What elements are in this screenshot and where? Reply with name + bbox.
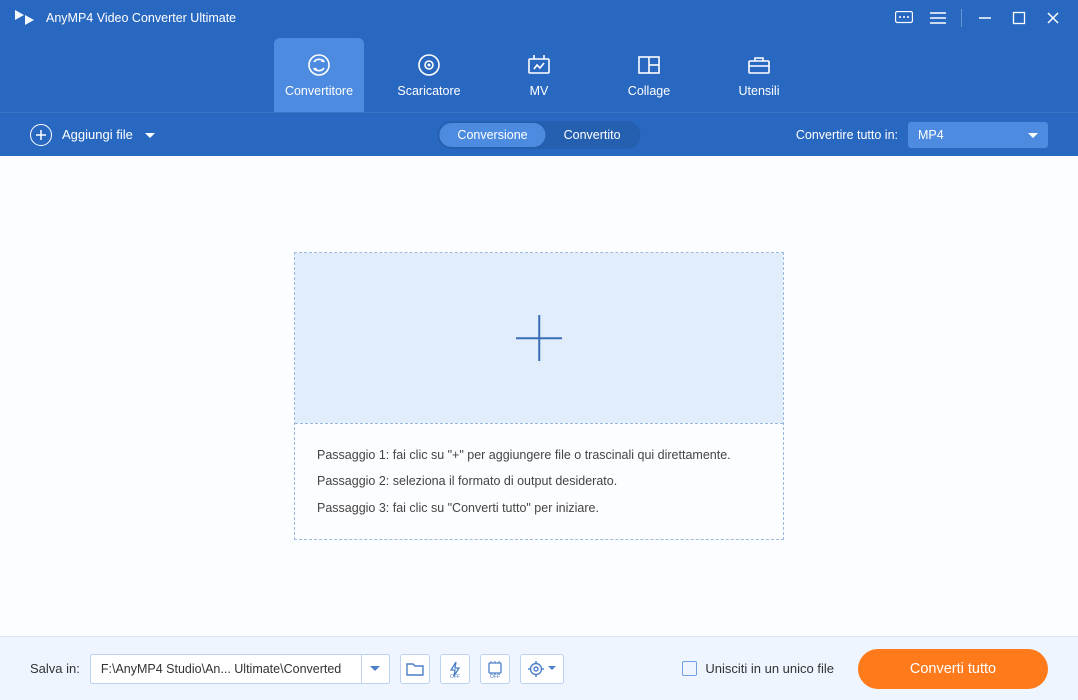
- tab-toolbox[interactable]: Utensili: [714, 38, 804, 112]
- output-path-field[interactable]: F:\AnyMP4 Studio\An... Ultimate\Converte…: [90, 654, 390, 684]
- tab-collage[interactable]: Collage: [604, 38, 694, 112]
- add-file-button[interactable]: Aggiungi file: [30, 124, 155, 146]
- instructions-panel: Passaggio 1: fai clic su "+" per aggiung…: [295, 423, 783, 539]
- svg-text:OFF: OFF: [490, 674, 500, 678]
- chevron-down-icon: [1028, 128, 1038, 142]
- mv-icon: [526, 52, 552, 78]
- tab-label: Collage: [628, 84, 670, 98]
- output-path-value: F:\AnyMP4 Studio\An... Ultimate\Converte…: [91, 662, 361, 676]
- chevron-down-icon: [145, 127, 155, 142]
- minimize-button[interactable]: [968, 0, 1002, 36]
- main-tabs: Convertitore Scaricatore MV Collage Uten…: [0, 36, 1078, 112]
- tab-label: Convertitore: [285, 84, 353, 98]
- svg-text:OFF: OFF: [450, 674, 460, 678]
- collage-icon: [636, 52, 662, 78]
- menu-button[interactable]: [921, 0, 955, 36]
- app-logo-title: AnyMP4 Video Converter Ultimate: [12, 6, 236, 30]
- segment-conversion[interactable]: Conversione: [439, 123, 545, 147]
- add-file-label: Aggiungi file: [62, 127, 133, 142]
- instruction-step-2: Passaggio 2: seleziona il formato di out…: [317, 468, 761, 494]
- bottom-bar: Salva in: F:\AnyMP4 Studio\An... Ultimat…: [0, 636, 1078, 700]
- format-selected-value: MP4: [918, 128, 944, 142]
- downloader-icon: [416, 52, 442, 78]
- segment-converted[interactable]: Convertito: [546, 123, 639, 147]
- feedback-button[interactable]: [887, 0, 921, 36]
- dropzone: Passaggio 1: fai clic su "+" per aggiung…: [294, 252, 784, 540]
- save-to-label: Salva in:: [30, 661, 80, 676]
- sub-toolbar: Aggiungi file Conversione Convertito Con…: [0, 112, 1078, 156]
- merge-label: Unisciti in un unico file: [705, 661, 834, 676]
- settings-button[interactable]: [520, 654, 564, 684]
- toolbox-icon: [746, 52, 772, 78]
- gpu-accel-button[interactable]: OFF: [480, 654, 510, 684]
- add-file-dropzone[interactable]: [295, 253, 783, 423]
- tab-mv[interactable]: MV: [494, 38, 584, 112]
- tab-label: Utensili: [739, 84, 780, 98]
- workspace: Passaggio 1: fai clic su "+" per aggiung…: [0, 156, 1078, 636]
- maximize-button[interactable]: [1002, 0, 1036, 36]
- open-folder-button[interactable]: [400, 654, 430, 684]
- tab-label: Scaricatore: [397, 84, 460, 98]
- close-button[interactable]: [1036, 0, 1070, 36]
- plus-icon: [516, 315, 562, 361]
- convert-all-button[interactable]: Converti tutto: [858, 649, 1048, 689]
- checkbox-icon: [682, 661, 697, 676]
- tab-converter[interactable]: Convertitore: [274, 38, 364, 112]
- convert-all-to-label: Convertire tutto in:: [796, 128, 898, 142]
- plus-circle-icon: [30, 124, 52, 146]
- app-logo-icon: [12, 6, 36, 30]
- converter-icon: [306, 52, 332, 78]
- output-path-dropdown[interactable]: [361, 655, 389, 683]
- output-format-dropdown[interactable]: MP4: [908, 122, 1048, 148]
- hardware-accel-button[interactable]: OFF: [440, 654, 470, 684]
- merge-files-checkbox[interactable]: Unisciti in un unico file: [682, 661, 834, 676]
- instruction-step-1: Passaggio 1: fai clic su "+" per aggiung…: [317, 442, 761, 468]
- tab-label: MV: [530, 84, 549, 98]
- conversion-segment: Conversione Convertito: [437, 121, 640, 149]
- app-title: AnyMP4 Video Converter Ultimate: [46, 11, 236, 25]
- title-bar: AnyMP4 Video Converter Ultimate: [0, 0, 1078, 36]
- tab-downloader[interactable]: Scaricatore: [384, 38, 474, 112]
- instruction-step-3: Passaggio 3: fai clic su "Converti tutto…: [317, 495, 761, 521]
